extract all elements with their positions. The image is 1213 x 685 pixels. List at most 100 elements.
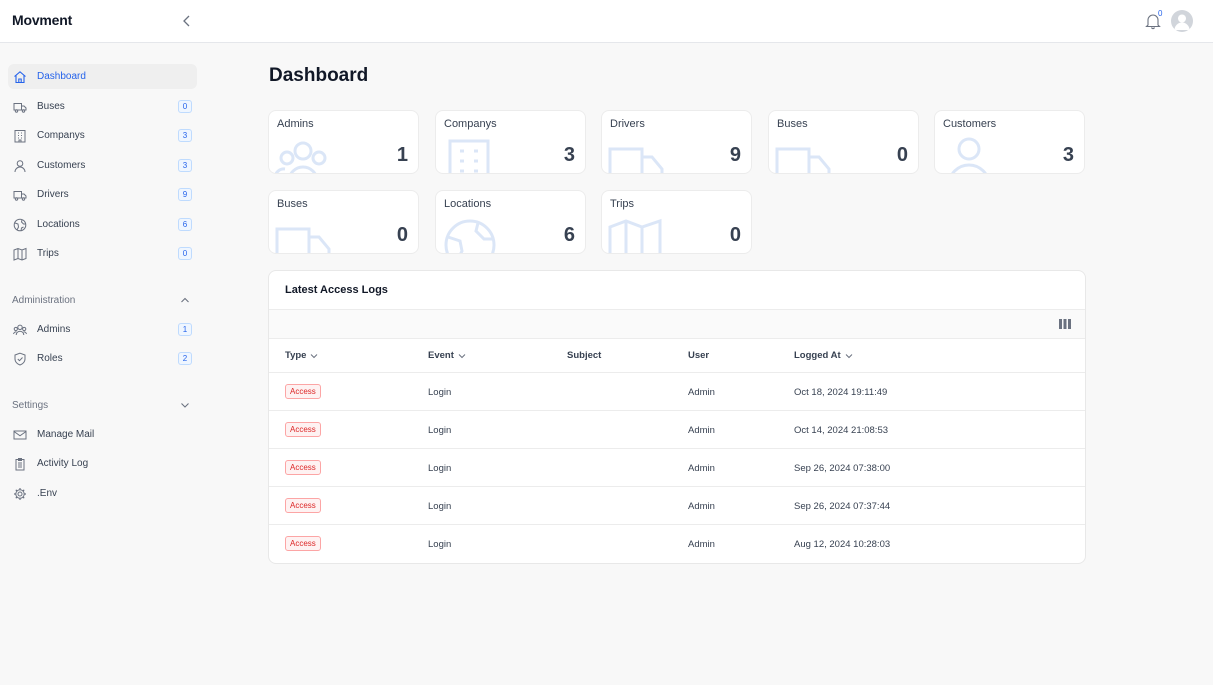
user-cell: Admin — [688, 387, 715, 398]
logged-at-cell: Sep 26, 2024 07:38:00 — [794, 463, 891, 474]
sidebar-item-label: Trips — [37, 248, 59, 259]
sidebar-item-label: Locations — [37, 219, 80, 230]
stat-card-companys[interactable]: Companys 3 — [435, 110, 586, 174]
group-label: Settings — [12, 399, 49, 411]
brand-logo[interactable]: Movment — [12, 12, 72, 28]
columns-icon[interactable] — [1059, 319, 1071, 329]
stat-label: Locations — [444, 198, 492, 210]
sidebar-item-label: Buses — [37, 101, 65, 112]
map-icon — [13, 247, 27, 261]
settings-group-toggle[interactable]: Settings — [12, 398, 190, 412]
column-label: Subject — [567, 350, 602, 361]
logged-at-cell: Oct 18, 2024 19:11:49 — [794, 387, 888, 398]
gear-icon — [13, 487, 27, 501]
avatar[interactable] — [1171, 10, 1193, 32]
sidebar-item-label: Companys — [37, 130, 85, 141]
sidebar-item-label: Dashboard — [37, 71, 86, 82]
sidebar-item-label: .Env — [37, 488, 58, 499]
column-header-type[interactable]: Type — [285, 350, 318, 361]
status-badge: Access — [285, 498, 321, 513]
panel-title: Latest Access Logs — [285, 284, 388, 296]
sidebar-item-dashboard[interactable]: Dashboard — [8, 64, 197, 89]
count-badge: 2 — [178, 352, 192, 365]
map-icon — [608, 218, 662, 253]
stat-label: Buses — [277, 198, 308, 210]
event-cell: Login — [428, 425, 452, 436]
sidebar-item-drivers[interactable]: Drivers 9 — [8, 182, 197, 207]
user-avatar-icon — [1174, 14, 1190, 30]
sidebar: Dashboard Buses 0 Companys 3 Customers 3… — [0, 43, 205, 685]
sidebar-item-admins[interactable]: Admins 1 — [8, 317, 197, 342]
table-row[interactable]: Access Login Admin Sep 26, 2024 07:38:00 — [269, 449, 1085, 487]
chevron-left-icon — [183, 15, 190, 27]
sidebar-item-label: Customers — [37, 160, 86, 171]
chevron-down-icon — [311, 353, 318, 358]
stat-value: 3 — [563, 144, 575, 166]
truck-icon — [13, 188, 27, 202]
column-label: Event — [428, 350, 454, 361]
sidebar-item-companys[interactable]: Companys 3 — [8, 123, 197, 148]
user-cell: Admin — [688, 539, 715, 550]
stat-card-drivers[interactable]: Drivers 9 — [601, 110, 752, 174]
sidebar-item-activity-log[interactable]: Activity Log — [8, 451, 197, 476]
stat-card-trips[interactable]: Trips 0 — [601, 190, 752, 254]
stat-value: 3 — [1062, 144, 1074, 166]
users-icon — [275, 141, 327, 173]
clipboard-icon — [13, 457, 27, 471]
building-icon — [448, 139, 490, 173]
stat-value: 0 — [896, 144, 908, 166]
chevron-down-icon — [181, 403, 189, 408]
sidebar-item-buses[interactable]: Buses 0 — [8, 94, 197, 119]
count-badge: 9 — [178, 188, 192, 201]
count-badge: 0 — [178, 247, 192, 260]
stat-label: Buses — [777, 118, 808, 130]
home-icon — [13, 70, 27, 84]
column-label: Logged At — [794, 350, 841, 361]
stat-card-buses-2[interactable]: Buses 0 — [268, 190, 419, 254]
stat-value: 9 — [729, 144, 741, 166]
sidebar-item-env[interactable]: .Env — [8, 481, 197, 506]
sidebar-item-customers[interactable]: Customers 3 — [8, 153, 197, 178]
sidebar-item-locations[interactable]: Locations 6 — [8, 212, 197, 237]
stat-value: 0 — [729, 224, 741, 246]
column-header-event[interactable]: Event — [428, 350, 466, 361]
table-row[interactable]: Access Login Admin Aug 12, 2024 10:28:03 — [269, 525, 1085, 563]
stat-card-customers[interactable]: Customers 3 — [934, 110, 1085, 174]
truck-icon — [608, 147, 664, 173]
table-row[interactable]: Access Login Admin Oct 14, 2024 21:08:53 — [269, 411, 1085, 449]
status-badge: Access — [285, 536, 321, 551]
stat-value: 1 — [396, 144, 408, 166]
users-icon — [13, 323, 27, 337]
stat-label: Customers — [943, 118, 997, 130]
column-header-subject: Subject — [567, 350, 601, 361]
stat-value: 0 — [396, 224, 408, 246]
shield-icon — [13, 352, 27, 366]
stat-card-admins[interactable]: Admins 1 — [268, 110, 419, 174]
sidebar-item-manage-mail[interactable]: Manage Mail — [8, 422, 197, 447]
sidebar-item-label: Roles — [37, 353, 63, 364]
chevron-up-icon — [181, 297, 189, 303]
sidebar-item-label: Admins — [37, 324, 71, 335]
column-header-logged-at[interactable]: Logged At — [794, 350, 853, 361]
globe-icon — [13, 218, 27, 232]
column-header-user: User — [688, 350, 709, 361]
sidebar-item-roles[interactable]: Roles 2 — [8, 346, 197, 371]
user-icon — [951, 137, 987, 173]
stat-card-buses[interactable]: Buses 0 — [768, 110, 919, 174]
group-label: Administration — [12, 294, 76, 306]
user-icon — [13, 159, 27, 173]
table-row[interactable]: Access Login Admin Sep 26, 2024 07:37:44 — [269, 487, 1085, 525]
event-cell: Login — [428, 539, 452, 550]
logged-at-cell: Aug 12, 2024 10:28:03 — [794, 539, 891, 550]
notification-count: 0 — [1158, 9, 1163, 18]
administration-group-toggle[interactable]: Administration — [12, 293, 190, 307]
table-row[interactable]: Access Login Admin Oct 18, 2024 19:11:49 — [269, 373, 1085, 411]
logged-at-cell: Sep 26, 2024 07:37:44 — [794, 501, 891, 512]
collapse-sidebar-button[interactable] — [178, 12, 196, 30]
stat-label: Companys — [444, 118, 497, 130]
stat-value: 6 — [563, 224, 575, 246]
sidebar-item-trips[interactable]: Trips 0 — [8, 241, 197, 266]
page-title: Dashboard — [269, 65, 369, 86]
stat-card-locations[interactable]: Locations 6 — [435, 190, 586, 254]
stat-label: Drivers — [610, 118, 645, 130]
